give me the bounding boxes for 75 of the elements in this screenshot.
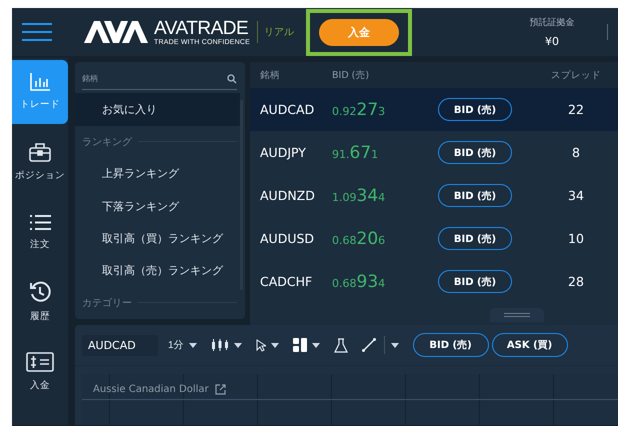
price-cell-text: 0.68934 <box>332 272 386 292</box>
margin-value: ¥0 <box>545 35 559 48</box>
draw-line-button[interactable] <box>362 338 376 352</box>
spread-cell-text: 34 <box>567 188 585 203</box>
list-icon <box>29 214 51 230</box>
bid-button[interactable]: BID (売) <box>438 184 512 207</box>
symbol-field[interactable]: AUDCAD <box>82 334 158 356</box>
external-link-icon <box>214 384 226 395</box>
spread-cell-text: 28 <box>567 274 585 289</box>
category-item[interactable]: 取引高（売）ランキング <box>75 254 240 287</box>
bid-button[interactable]: BID (売) <box>438 98 512 121</box>
quote-row[interactable]: AUDJPY 91.671 BID (売) 8 <box>250 131 618 174</box>
layout-icon <box>292 338 307 352</box>
chart-type-dropdown[interactable] <box>210 339 242 351</box>
symbol-cell-text: AUDUSD <box>259 231 316 246</box>
price-cell-text: 0.68206 <box>332 228 386 248</box>
margin-label: 預託証拠金 <box>530 16 574 29</box>
cursor-dropdown[interactable] <box>256 338 279 352</box>
section-heading: カテゴリー <box>82 296 132 310</box>
category-item[interactable]: 上昇ランキング <box>75 158 240 190</box>
caret-icon <box>234 342 242 348</box>
search-field[interactable]: 銘柄 <box>82 68 237 90</box>
symbol-cell-text: AUDCAD <box>259 102 316 117</box>
nav-tab[interactable]: 入金 <box>12 340 68 404</box>
search-icon <box>227 74 237 84</box>
trade-button[interactable]: ASK (買) <box>492 333 568 357</box>
column-header: スプレッド <box>550 68 602 82</box>
candlestick-icon <box>210 339 229 351</box>
history-icon <box>29 281 51 303</box>
account-type-label: リアル <box>264 26 294 39</box>
flask-icon <box>334 338 348 352</box>
nav-tab[interactable]: 注文 <box>12 200 68 264</box>
quote-row[interactable]: AUDCAD 0.92273 BID (売) 22 <box>250 88 618 131</box>
indicators-button[interactable] <box>334 338 348 352</box>
bid-button[interactable]: BID (売) <box>438 270 512 293</box>
interval-dropdown[interactable]: 1分 <box>168 338 197 352</box>
quote-row[interactable]: CADCHF 0.68934 BID (売) 28 <box>250 260 618 303</box>
column-header: 銘柄 <box>259 68 281 82</box>
drag-handle[interactable] <box>490 308 544 322</box>
column-header: BID (売) <box>332 68 370 82</box>
spread-cell-text: 8 <box>571 145 581 160</box>
menu-icon[interactable] <box>22 22 52 42</box>
bid-button[interactable]: BID (売) <box>438 227 512 250</box>
cursor-icon <box>256 338 266 352</box>
layout-dropdown[interactable] <box>292 338 320 352</box>
bid-button[interactable]: BID (売) <box>438 141 512 164</box>
spread-cell-text: 22 <box>567 102 585 117</box>
price-cell-text: 0.92273 <box>332 100 386 120</box>
symbol-cell-text: CADCHF <box>259 274 314 289</box>
caret-icon <box>390 342 399 348</box>
price-cell-text: 91.671 <box>332 142 380 162</box>
spread-cell-text: 10 <box>567 231 585 246</box>
briefcase-icon <box>29 142 51 162</box>
symbol-cell-text: AUDNZD <box>259 188 316 203</box>
more-dropdown[interactable] <box>390 342 399 348</box>
logo-icon <box>84 21 148 43</box>
brand-name: AVATRADE <box>154 18 250 38</box>
category-item[interactable]: 下落ランキング <box>75 190 240 222</box>
price-cell-text: 1.09344 <box>332 186 386 206</box>
nav-tab[interactable]: ポジション <box>12 130 68 194</box>
chart-title: Aussie Canadian Dollar <box>93 384 209 395</box>
nav-tab[interactable]: 履歴 <box>12 270 68 334</box>
trade-button[interactable]: BID (売) <box>412 333 489 357</box>
category-item[interactable]: 取引高（買）ランキング <box>75 222 240 254</box>
caret-icon <box>188 342 197 348</box>
deposit-icon <box>26 352 54 372</box>
line-tool-icon <box>362 338 376 352</box>
category-item[interactable]: お気に入り <box>75 93 240 126</box>
quote-row[interactable]: AUDNZD 1.09344 BID (売) 34 <box>250 174 618 217</box>
chart-icon <box>30 73 50 91</box>
symbol-cell-text: AUDJPY <box>259 145 307 160</box>
section-heading: ランキング <box>82 136 132 149</box>
quote-row[interactable]: AUDUSD 0.68206 BID (売) 10 <box>250 217 618 260</box>
caret-icon <box>312 342 320 348</box>
caret-icon <box>270 342 279 348</box>
